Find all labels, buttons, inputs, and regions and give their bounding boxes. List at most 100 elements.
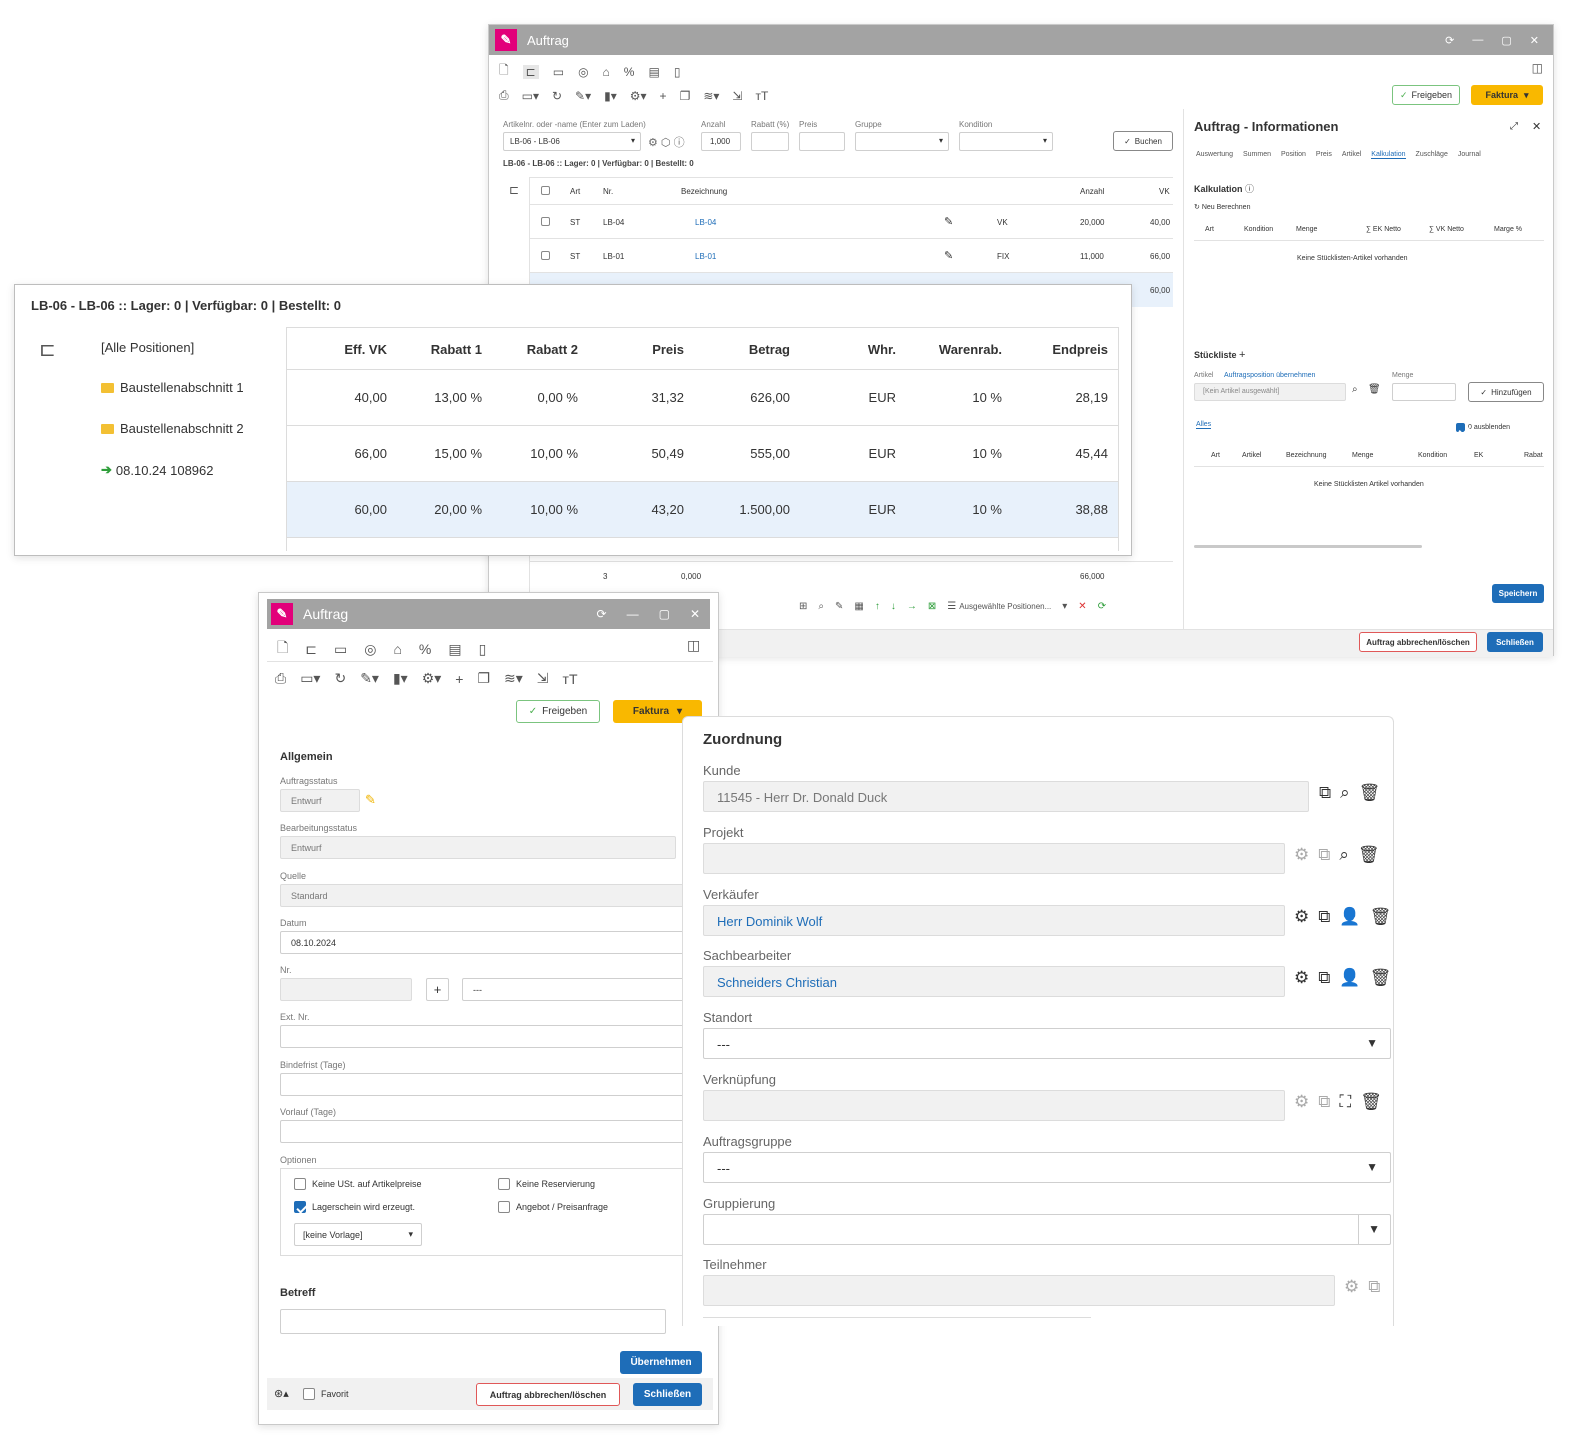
freigeben-button[interactable]: ✓ Freigeben <box>516 700 600 723</box>
external-link-icon[interactable]: ⧉ <box>1368 1277 1380 1297</box>
option-keine-reservierung[interactable]: Keine Reservierung <box>498 1178 595 1190</box>
document-icon[interactable]: 🗋 <box>277 637 288 661</box>
external-link-icon[interactable]: ⧉ <box>1319 783 1331 803</box>
row-checkbox[interactable] <box>541 251 550 260</box>
refresh-icon[interactable]: ⟳ <box>1445 34 1454 47</box>
tab-journal[interactable]: Journal <box>1458 151 1481 159</box>
nr-suffix-field[interactable]: --- <box>462 978 690 1001</box>
copy-icon[interactable]: ❐ <box>477 670 490 687</box>
auftragsgruppe-select[interactable]: --- ▼ <box>703 1152 1391 1183</box>
sort-dropdown-icon[interactable]: ⊛▴ <box>274 1387 289 1400</box>
edit-icon[interactable]: ✎ <box>944 215 953 228</box>
auftragsposition-link[interactable]: Auftragsposition übernehmen <box>1224 372 1315 379</box>
freigeben-button[interactable]: ✓ Freigeben <box>1392 85 1460 105</box>
calculator-icon[interactable]: ▦ <box>854 601 863 612</box>
gear-icon[interactable]: ⚙ <box>1294 845 1309 865</box>
percent-icon[interactable]: % <box>419 641 431 657</box>
trash-icon[interactable]: 🗑 <box>1358 845 1380 865</box>
option-keine-ust[interactable]: Keine USt. auf Artikelpreise <box>294 1178 422 1190</box>
projekt-field[interactable] <box>703 843 1285 874</box>
user-icon[interactable]: 👤 <box>1339 907 1360 927</box>
plus-icon[interactable]: + <box>455 671 463 687</box>
folder-dropdown-icon[interactable]: ▭▾ <box>300 670 320 687</box>
tree-item-all[interactable]: [Alle Positionen] <box>101 340 194 355</box>
search-icon[interactable]: ⌕ <box>1340 783 1350 803</box>
factory-icon[interactable]: ⌂ <box>603 65 610 79</box>
article-tools-icons[interactable]: ⚙ ⬡ ⓘ <box>648 134 685 150</box>
pen-dropdown-icon[interactable]: ✎▾ <box>575 89 591 103</box>
table-row[interactable]: 66,00 15,00 % 10,00 % 50,49 555,00 EUR 1… <box>287 426 1118 482</box>
layout-toggle-icon[interactable]: ◫ <box>687 637 700 654</box>
file-icon[interactable]: ▯ <box>674 65 681 79</box>
option-angebot[interactable]: Angebot / Preisanfrage <box>498 1201 608 1213</box>
close-button[interactable]: Schließen <box>1487 632 1543 652</box>
contact-card-icon[interactable]: ▭ <box>553 65 564 79</box>
search-icon[interactable]: ⌕ <box>818 601 824 612</box>
cancel-order-button[interactable]: Auftrag abbrechen/löschen <box>476 1383 620 1406</box>
folder-dropdown-icon[interactable]: ▭▾ <box>522 89 539 103</box>
rabatt-input[interactable] <box>751 132 789 151</box>
arrow-right-icon[interactable]: → <box>907 601 917 612</box>
contact-card-icon[interactable]: ▭ <box>334 641 347 658</box>
vector-square-icon[interactable]: ⛶ <box>1339 1092 1351 1112</box>
hinzufuegen-button[interactable]: ✓ Hinzufügen <box>1468 382 1544 402</box>
external-link-icon[interactable]: ⧉ <box>1318 907 1330 927</box>
tree-icon[interactable]: ⊏ <box>305 641 317 658</box>
uebernehmen-button[interactable]: Übernehmen <box>620 1351 702 1374</box>
faktura-button[interactable]: Faktura ▾ <box>1471 85 1543 105</box>
edit-icon[interactable]: ✎ <box>944 249 953 262</box>
coins-icon[interactable]: ◎ <box>578 65 588 79</box>
option-lagerschein[interactable]: Lagerschein wird erzeugt. <box>294 1201 415 1213</box>
sitemap-icon[interactable]: ⊞ <box>799 601 807 612</box>
cancel-order-button[interactable]: Auftrag abbrechen/löschen <box>1359 632 1477 652</box>
tab-position[interactable]: Position <box>1281 151 1306 159</box>
favorit-toggle[interactable]: Favorit <box>303 1388 349 1400</box>
datum-input[interactable]: 08.10.2024 <box>280 931 690 954</box>
text-format-icon[interactable]: ᴛT <box>563 671 578 687</box>
search-icon[interactable]: ⌕ <box>1352 384 1358 395</box>
document-icon[interactable]: 🗋 <box>499 61 509 82</box>
file-icon[interactable]: ▯ <box>479 641 487 658</box>
export-icon[interactable]: ⇲ <box>732 89 742 103</box>
gear-icon[interactable]: ⚙ <box>1294 1092 1309 1112</box>
table-row[interactable]: 40,00 13,00 % 0,00 % 31,32 626,00 EUR 10… <box>287 370 1118 426</box>
tree-icon[interactable]: ⊏ <box>39 337 56 362</box>
arrow-up-icon[interactable]: ↑ <box>875 601 880 612</box>
delete-x-icon[interactable]: ✕ <box>1078 601 1086 612</box>
tree-item-order[interactable]: ➔ 08.10.24 108962 <box>101 462 214 478</box>
trash-icon[interactable]: 🗑 <box>1359 783 1381 803</box>
tree-item-section-2[interactable]: Baustellenabschnitt 2 <box>101 421 244 436</box>
table-row[interactable]: ST LB-04 LB-04 ✎ VK 20,000 40,00 <box>530 205 1173 239</box>
maximize-icon[interactable]: ▢ <box>659 607 670 621</box>
gear-icon[interactable]: ⚙ <box>1294 907 1309 927</box>
coins-icon[interactable]: ◎ <box>364 641 376 658</box>
close-button[interactable]: Schließen <box>633 1383 702 1406</box>
minimize-icon[interactable]: — <box>627 607 639 621</box>
tab-alles[interactable]: Alles <box>1196 421 1212 429</box>
sync-icon[interactable]: ↻ <box>552 89 562 103</box>
arrow-down-icon[interactable]: ↓ <box>891 601 896 612</box>
invoice-icon[interactable]: ▤ <box>448 641 461 658</box>
external-link-icon[interactable]: ⧉ <box>1318 845 1330 865</box>
trash-icon[interactable]: 🗑 <box>1370 907 1392 927</box>
close-icon[interactable]: ✕ <box>1530 34 1539 47</box>
ausblenden-toggle[interactable]: 0 ausblenden <box>1456 423 1510 432</box>
tab-preis[interactable]: Preis <box>1316 151 1332 159</box>
close-icon[interactable]: ✕ <box>690 607 700 621</box>
gruppe-select[interactable]: ▾ <box>855 132 949 151</box>
buchen-button[interactable]: ✓ Buchen <box>1113 131 1173 151</box>
sync-icon[interactable]: ↻ <box>334 670 346 687</box>
vorlauf-input[interactable] <box>280 1120 690 1143</box>
stack-dropdown-icon[interactable]: ≋▾ <box>703 89 719 103</box>
tab-summen[interactable]: Summen <box>1243 151 1271 159</box>
factory-icon[interactable]: ⌂ <box>393 641 401 657</box>
sachbearbeiter-field[interactable]: Schneiders Christian <box>703 966 1285 997</box>
external-link-icon[interactable]: ⧉ <box>1318 1092 1330 1112</box>
export-icon[interactable]: ⇲ <box>537 670 549 687</box>
excel-icon[interactable]: ⊠ <box>928 601 936 612</box>
gruppierung-select[interactable]: ▼ <box>703 1214 1391 1245</box>
percent-icon[interactable]: % <box>624 65 635 79</box>
extnr-input[interactable] <box>280 1025 690 1048</box>
trash-icon[interactable]: 🗑 <box>1370 968 1392 988</box>
vorlage-select[interactable]: [keine Vorlage] ▾ <box>294 1223 422 1246</box>
